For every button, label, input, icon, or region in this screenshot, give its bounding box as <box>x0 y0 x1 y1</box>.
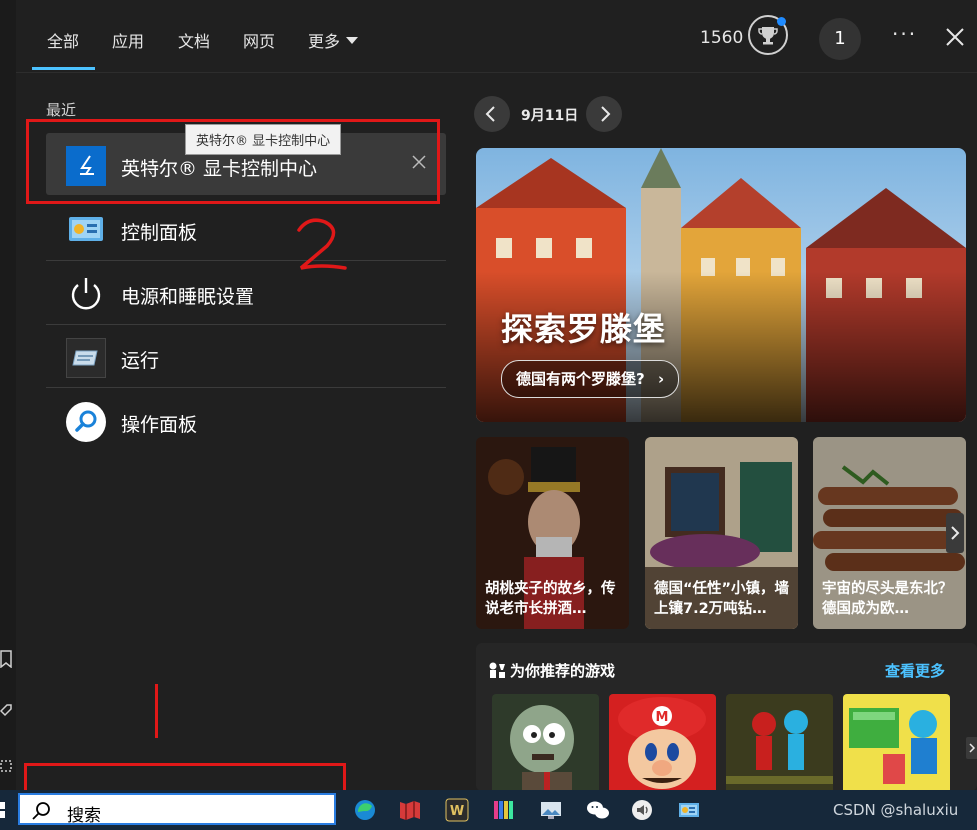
chevron-right-icon <box>601 106 611 122</box>
wechat-icon[interactable] <box>586 798 610 822</box>
more-options-icon[interactable]: ··· <box>892 22 917 46</box>
tag-icon <box>0 704 12 717</box>
chevron-down-icon <box>346 37 359 44</box>
taskbar-search-box[interactable]: 搜索 <box>18 793 336 826</box>
see-more-link[interactable]: 查看更多 <box>885 660 945 681</box>
date-label: 9月11日 <box>521 108 579 124</box>
recent-item-control-panel[interactable]: 控制面板 <box>46 197 446 259</box>
recent-item-run[interactable]: 运行 <box>46 325 446 387</box>
story-card[interactable]: 德国“任性”小镇，墙上镶7.2万吨钻… <box>645 437 798 629</box>
zombie-game-thumbnail <box>492 694 599 791</box>
games-icon <box>489 662 505 678</box>
hero-card[interactable]: 探索罗滕堡 德国有两个罗滕堡? › <box>476 148 966 422</box>
wps-icon[interactable]: W <box>445 798 469 822</box>
edge-icon[interactable] <box>353 798 377 822</box>
recent-item-label: 控制面板 <box>121 222 198 244</box>
close-icon[interactable] <box>944 26 966 48</box>
previous-day-button[interactable] <box>474 96 510 132</box>
svg-text:W: W <box>450 804 464 819</box>
story-card-title: 宇宙的尽头是东北？德国成为欧… <box>822 581 953 617</box>
hero-link-label: 德国有两个罗滕堡? <box>516 370 645 388</box>
hero-link-button[interactable]: 德国有两个罗滕堡? › <box>501 360 680 398</box>
svg-text:M: M <box>656 710 669 725</box>
color-bars-icon[interactable] <box>492 798 516 822</box>
story-card[interactable]: 宇宙的尽头是东北？德国成为欧… <box>813 437 966 629</box>
power-icon <box>71 278 101 310</box>
tab-web[interactable]: 网页 <box>243 28 275 52</box>
run-icon <box>66 338 106 378</box>
cards-next-button[interactable] <box>946 513 964 553</box>
recent-item-label: 运行 <box>121 350 160 372</box>
active-tab-indicator <box>32 67 95 70</box>
story-card-title: 胡桃夹子的故乡，传说老市长拼酒… <box>485 581 616 617</box>
game-tile[interactable] <box>492 694 599 791</box>
rewards-button[interactable] <box>748 15 788 55</box>
money-runner-thumbnail <box>843 694 950 791</box>
annotation-box-recent-item <box>26 119 440 204</box>
list-divider <box>46 387 446 388</box>
start-icon[interactable] <box>0 798 12 822</box>
search-circle-icon <box>66 402 106 442</box>
photo-viewer-icon[interactable] <box>539 798 563 822</box>
game-tile[interactable] <box>843 694 950 791</box>
story-card[interactable]: 胡桃夹子的故乡，传说老市长拼酒… <box>476 437 629 629</box>
watermark: CSDN @shaluxiu <box>833 801 959 819</box>
story-card-title: 德国“任性”小镇，墙上镶7.2万吨钻… <box>654 581 790 617</box>
hero-title: 探索罗滕堡 <box>501 310 667 348</box>
recent-item-action-panel[interactable]: 操作面板 <box>46 389 446 451</box>
annotation-step-1 <box>155 684 158 738</box>
chevron-left-icon <box>485 106 495 122</box>
tab-all[interactable]: 全部 <box>47 28 79 52</box>
grid-icon <box>0 760 12 772</box>
chevron-right-icon: › <box>657 370 665 388</box>
tab-documents[interactable]: 文档 <box>178 28 210 52</box>
search-top-bar: 全部 应用 文档 网页 更多 1560 1 ··· <box>16 0 977 73</box>
rewards-points[interactable]: 1560 <box>700 28 743 48</box>
games-section-title: 为你推荐的游戏 <box>510 662 616 680</box>
control-panel-icon <box>69 217 103 241</box>
recent-section-label: 最近 <box>46 101 77 119</box>
notification-dot <box>777 17 786 26</box>
background-window-edge <box>0 0 17 790</box>
app-root: ▆▆▆▆▆ 全部 应用 文档 网页 更多 1560 1 <box>0 0 977 830</box>
recent-item-label: 电源和睡眠设置 <box>121 286 255 308</box>
annotation-step-2 <box>297 218 347 270</box>
recent-item-power-sleep[interactable]: 电源和睡眠设置 <box>46 261 446 323</box>
account-button[interactable]: 1 <box>819 18 861 60</box>
search-placeholder: 搜索 <box>67 806 101 826</box>
games-next-button[interactable] <box>966 737 977 759</box>
tab-apps[interactable]: 应用 <box>112 28 144 52</box>
audio-app-icon[interactable] <box>630 798 654 822</box>
tab-more[interactable]: 更多 <box>308 28 359 52</box>
recommended-games-panel: 为你推荐的游戏 查看更多 M <box>476 643 977 791</box>
map-app-icon[interactable] <box>398 798 422 822</box>
game-tile[interactable]: M <box>609 694 716 791</box>
chevron-right-icon <box>969 743 976 753</box>
search-icon <box>32 802 50 820</box>
fireboy-watergirl-thumbnail <box>726 694 833 791</box>
next-day-button[interactable] <box>586 96 622 132</box>
game-tile[interactable] <box>726 694 833 791</box>
chevron-right-icon <box>951 526 960 540</box>
taskbar: 搜索 W CSDN @shaluxiu <box>0 790 977 830</box>
mario-game-thumbnail: M <box>609 694 716 791</box>
tab-more-label: 更多 <box>308 32 341 51</box>
bookmark-icon <box>0 650 12 668</box>
control-panel-taskbar-icon[interactable] <box>677 798 701 822</box>
recent-item-label: 操作面板 <box>121 414 198 436</box>
